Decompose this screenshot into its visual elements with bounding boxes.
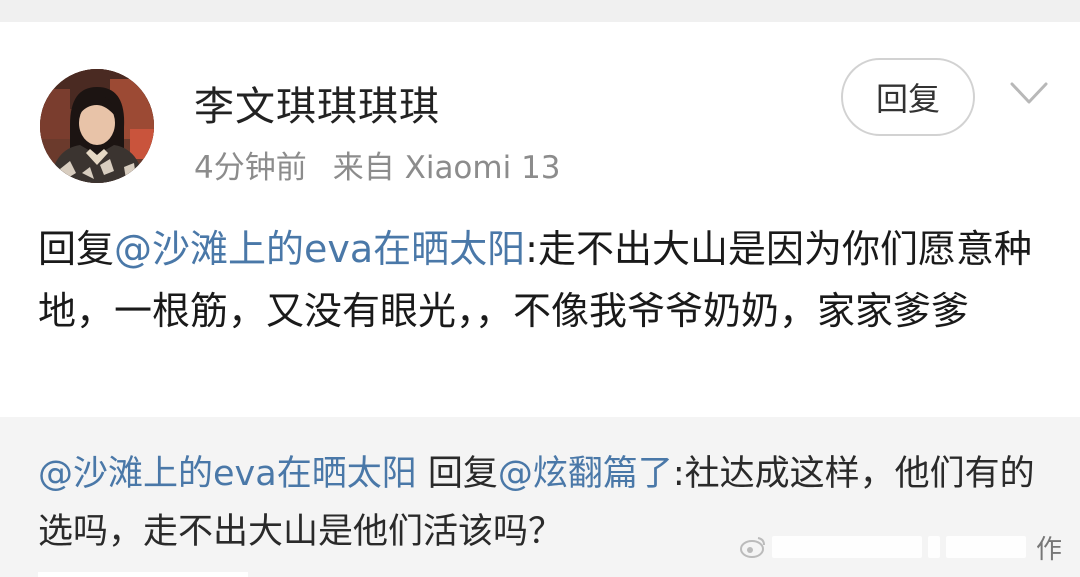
chevron-down-icon[interactable] <box>1008 78 1050 108</box>
device-source: 来自 Xiaomi 13 <box>332 150 561 186</box>
quoted-reply-word: 回复 <box>416 454 498 494</box>
weibo-logo-icon <box>740 537 765 558</box>
avatar[interactable] <box>40 69 154 183</box>
reply-button[interactable]: 回复 <box>841 58 975 136</box>
reply-prefix: 回复 <box>38 227 115 271</box>
username[interactable]: 李文琪琪琪琪 <box>194 74 440 132</box>
mention-link[interactable]: @沙滩上的eva在晒太阳 <box>114 227 525 271</box>
comment-card: 李文琪琪琪琪 4分钟前 来自 Xiaomi 13 回复 回复@沙滩上的eva在晒太… <box>0 22 1080 417</box>
quoted-mention-target[interactable]: @炫翻篇了 <box>498 454 673 494</box>
watermark-redacted-bar-2 <box>946 536 1026 558</box>
comment-body: 回复@沙滩上的eva在晒太阳:走不出大山是因为你们愿意种地，一根筋，又没有眼光，… <box>38 218 1048 342</box>
avatar-photo <box>40 69 154 183</box>
watermark-redacted-dot <box>928 536 940 558</box>
bottom-divider <box>38 572 248 577</box>
comment-meta: 4分钟前 来自 Xiaomi 13 <box>194 142 561 187</box>
top-strip <box>0 0 1080 22</box>
timestamp: 4分钟前 <box>194 150 307 186</box>
watermark-text: 作 <box>1036 534 1063 565</box>
watermark: 作 <box>740 527 1070 567</box>
quoted-mention-author[interactable]: @沙滩上的eva在晒太阳 <box>38 454 417 494</box>
watermark-redacted-bar <box>772 536 922 558</box>
